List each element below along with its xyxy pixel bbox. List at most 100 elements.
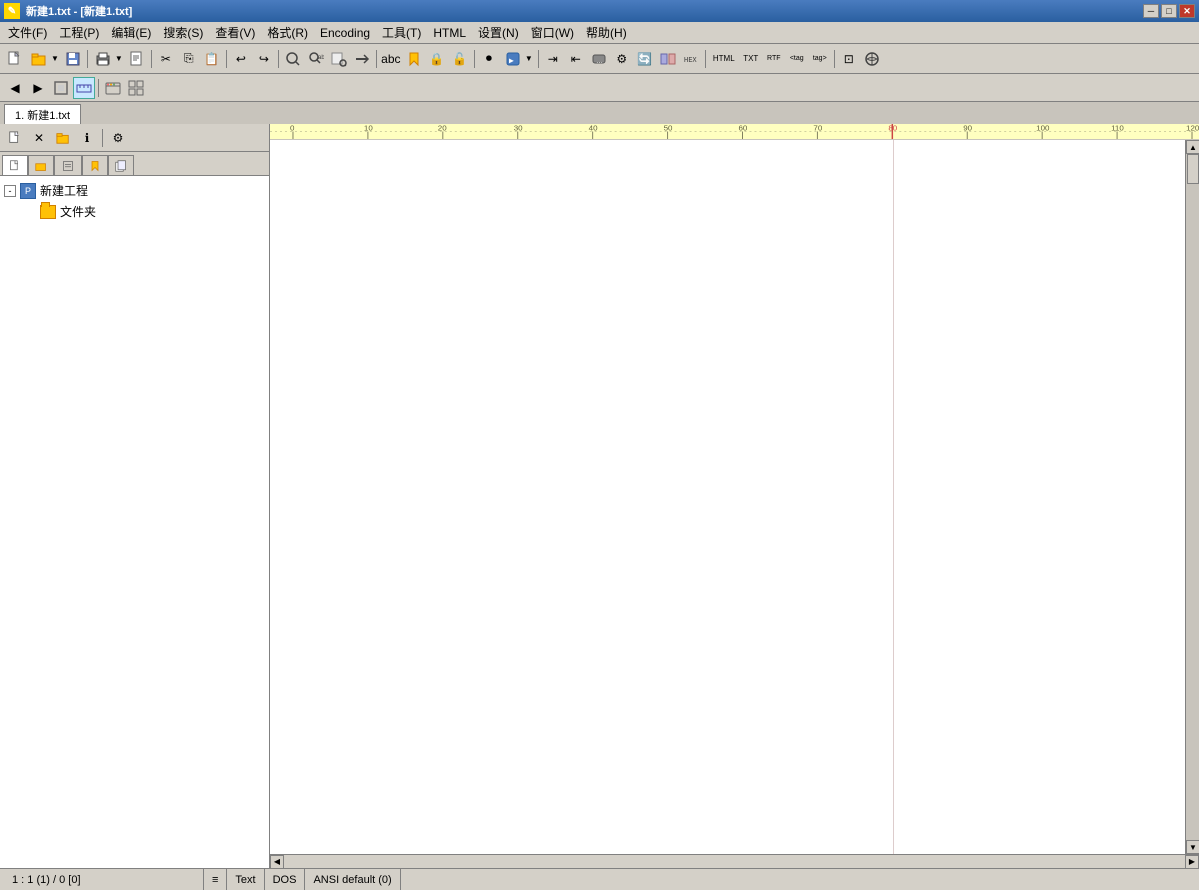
folder-label: 文件夹 bbox=[60, 203, 96, 220]
scroll-left-button[interactable]: ◀ bbox=[270, 855, 284, 869]
tab-label: 1. 新建1.txt bbox=[15, 107, 70, 123]
sidebar-content[interactable]: - P 新建工程 文件夹 bbox=[0, 176, 269, 868]
sidebar-tab-copy[interactable] bbox=[108, 155, 134, 175]
save-button[interactable] bbox=[62, 48, 84, 70]
sidebar-tab-new[interactable] bbox=[2, 155, 28, 175]
minimize-button[interactable]: ─ bbox=[1143, 4, 1159, 18]
app-icon: ✎ bbox=[4, 3, 20, 19]
menu-help[interactable]: 帮助(H) bbox=[580, 23, 633, 43]
sync-button[interactable]: 🔄 bbox=[634, 48, 656, 70]
scroll-up-button[interactable]: ▲ bbox=[1186, 140, 1199, 154]
page-setup-button[interactable] bbox=[126, 48, 148, 70]
svg-text:50: 50 bbox=[664, 124, 673, 132]
undo-button[interactable]: ↩ bbox=[230, 48, 252, 70]
menu-html[interactable]: HTML bbox=[427, 23, 472, 43]
text-editor[interactable] bbox=[270, 140, 1185, 854]
vertical-scrollbar[interactable]: ▲ ▼ bbox=[1185, 140, 1199, 854]
menu-window[interactable]: 窗口(W) bbox=[525, 23, 580, 43]
macro-dropdown-arrow[interactable]: ▼ bbox=[524, 54, 534, 63]
html-mode-button[interactable]: HTML bbox=[709, 48, 739, 70]
sidebar-tab-open[interactable] bbox=[28, 155, 54, 175]
horizontal-scrollbar[interactable]: ◀ ▶ bbox=[270, 854, 1199, 868]
print-dropdown-arrow[interactable]: ▼ bbox=[114, 54, 124, 63]
thumbnail-btn[interactable] bbox=[125, 77, 147, 99]
tree-project-children: 文件夹 bbox=[24, 201, 265, 222]
compare-button[interactable] bbox=[657, 48, 679, 70]
ctag-button[interactable]: <tag bbox=[786, 48, 808, 70]
menu-format[interactable]: 格式(R) bbox=[261, 23, 314, 43]
tag-close-button[interactable]: ⊡ bbox=[838, 48, 860, 70]
comment-button[interactable]: … bbox=[588, 48, 610, 70]
menu-tools[interactable]: 工具(T) bbox=[376, 23, 427, 43]
lock-button[interactable]: 🔒 bbox=[426, 48, 448, 70]
redo-button[interactable]: ↪ bbox=[253, 48, 275, 70]
macro-dropdown[interactable]: ▶ ▼ bbox=[501, 48, 535, 70]
sep8 bbox=[705, 50, 706, 68]
paste-button[interactable]: 📋 bbox=[201, 48, 223, 70]
stop-button[interactable] bbox=[50, 77, 72, 99]
maximize-button[interactable]: □ bbox=[1161, 4, 1177, 18]
sidebar-open-btn[interactable] bbox=[52, 127, 74, 149]
prev-button[interactable]: ◀ bbox=[4, 77, 26, 99]
cut-button[interactable]: ✂ bbox=[155, 48, 177, 70]
tree-project[interactable]: - P 新建工程 bbox=[4, 180, 265, 201]
macro-record-button[interactable]: ⏺ bbox=[478, 48, 500, 70]
sidebar-tab-text[interactable] bbox=[54, 155, 82, 175]
menu-view[interactable]: 查看(V) bbox=[209, 23, 261, 43]
rtf-mode-button[interactable]: RTF bbox=[763, 48, 785, 70]
copy-button[interactable]: ⎘ bbox=[178, 48, 200, 70]
svg-text:30: 30 bbox=[514, 124, 523, 132]
editor-content: ▲ ▼ bbox=[270, 140, 1199, 854]
close-button[interactable]: ✕ bbox=[1179, 4, 1195, 18]
tab-main-file[interactable]: 1. 新建1.txt bbox=[4, 104, 81, 124]
svg-text:80: 80 bbox=[888, 124, 897, 132]
find-button[interactable] bbox=[282, 48, 304, 70]
scroll-thumb[interactable] bbox=[1187, 154, 1199, 184]
txt-mode-button[interactable]: TXT bbox=[740, 48, 762, 70]
print-button[interactable]: ▼ bbox=[91, 48, 125, 70]
sidebar-new-btn[interactable] bbox=[4, 127, 26, 149]
menu-project[interactable]: 工程(P) bbox=[53, 23, 105, 43]
sidebar-sep bbox=[102, 129, 103, 147]
menu-edit[interactable]: 编辑(E) bbox=[105, 23, 157, 43]
go-to-line-button[interactable] bbox=[351, 48, 373, 70]
project-label: 新建工程 bbox=[40, 182, 88, 199]
scroll-right-button[interactable]: ▶ bbox=[1185, 855, 1199, 869]
browser-btn[interactable] bbox=[102, 77, 124, 99]
unlock-button[interactable]: 🔓 bbox=[449, 48, 471, 70]
etag-button[interactable]: tag> bbox=[809, 48, 831, 70]
menu-search[interactable]: 搜索(S) bbox=[157, 23, 209, 43]
scroll-track[interactable] bbox=[1186, 154, 1199, 840]
print-icon bbox=[92, 48, 114, 70]
menu-encoding[interactable]: Encoding bbox=[314, 23, 376, 43]
charset-button[interactable] bbox=[861, 48, 883, 70]
tree-folder[interactable]: 文件夹 bbox=[24, 201, 265, 222]
hex-view-button[interactable]: HEX bbox=[680, 48, 702, 70]
toolbar-secondary: ◀ ▶ bbox=[0, 74, 1199, 102]
toggle-bookmark-button[interactable] bbox=[403, 48, 425, 70]
menu-settings[interactable]: 设置(N) bbox=[472, 23, 525, 43]
status-encoding-indicator: ≡ bbox=[204, 869, 227, 890]
ruler-toggle-button[interactable] bbox=[73, 77, 95, 99]
indent-button[interactable]: ⇥ bbox=[542, 48, 564, 70]
find-replace-button[interactable]: ab bbox=[305, 48, 327, 70]
open-file-button[interactable]: ▼ bbox=[27, 48, 61, 70]
next-button[interactable]: ▶ bbox=[27, 77, 49, 99]
user-tools-button[interactable]: ⚙ bbox=[611, 48, 633, 70]
new-file-button[interactable] bbox=[4, 48, 26, 70]
find-in-files-button[interactable] bbox=[328, 48, 350, 70]
spell-check-button[interactable]: abc bbox=[380, 48, 402, 70]
editor-text-area[interactable] bbox=[270, 140, 1185, 854]
sidebar-tab-bookmark[interactable] bbox=[82, 155, 108, 175]
sidebar-tools-btn[interactable]: ⚙ bbox=[107, 127, 129, 149]
sidebar-properties-btn[interactable]: ℹ bbox=[76, 127, 98, 149]
tree-expand-project[interactable]: - bbox=[4, 185, 16, 197]
line-ending: DOS bbox=[273, 874, 297, 886]
scroll-down-button[interactable]: ▼ bbox=[1186, 840, 1199, 854]
menu-file[interactable]: 文件(F) bbox=[2, 23, 53, 43]
sep4 bbox=[278, 50, 279, 68]
window-controls: ─ □ ✕ bbox=[1143, 4, 1195, 18]
outdent-button[interactable]: ⇤ bbox=[565, 48, 587, 70]
sidebar-delete-btn[interactable]: ✕ bbox=[28, 127, 50, 149]
open-dropdown-arrow[interactable]: ▼ bbox=[50, 54, 60, 63]
